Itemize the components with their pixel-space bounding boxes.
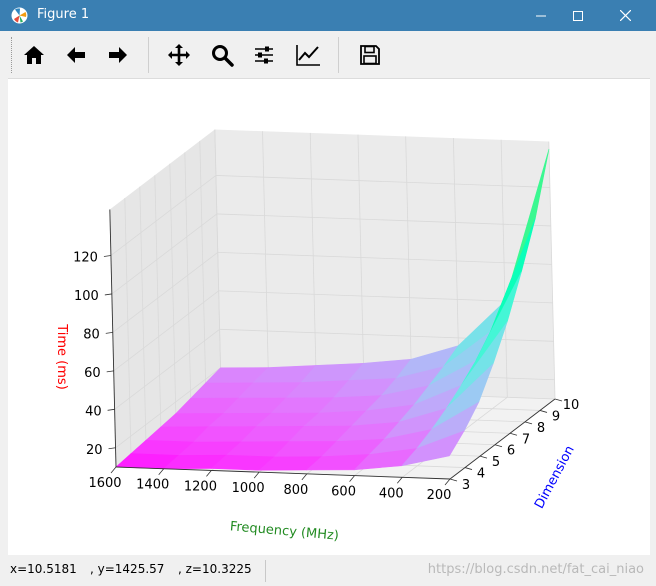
maximize-icon	[573, 10, 583, 21]
y-tick	[554, 398, 563, 402]
home-icon	[24, 46, 44, 64]
x-tick	[301, 473, 308, 481]
y-tick-label: 7	[522, 432, 530, 447]
x-tick	[396, 477, 403, 484]
z-tick-label: 40	[85, 404, 102, 419]
zoom-icon	[212, 45, 234, 67]
y-tick-label: 4	[477, 467, 485, 482]
plot-canvas[interactable]: 1600 1400 1200 1000 800 600 400 200 3 4 5 6 7 8 9 10 20 4…	[8, 79, 650, 555]
y-tick-label: 6	[507, 444, 515, 459]
toolbar-separator	[148, 37, 149, 73]
y-axis-label: Dimension	[532, 443, 578, 511]
status-z: , z=10.3225	[178, 562, 252, 576]
z-tick	[106, 370, 114, 373]
y-tick	[539, 410, 548, 413]
y-tick	[479, 455, 488, 459]
z-axis-label: Time (ms)	[54, 323, 69, 390]
back-arrow-icon	[67, 47, 85, 63]
y-tick-label: 10	[563, 398, 580, 413]
status-divider	[265, 560, 266, 582]
save-icon	[360, 45, 380, 65]
title-bar[interactable]: Figure 1	[0, 0, 656, 31]
x-tick-label: 800	[283, 483, 308, 498]
home-button[interactable]	[16, 37, 52, 73]
y-tick	[524, 421, 533, 425]
x-tick-label: 400	[379, 486, 404, 501]
x-tick-label: 1200	[184, 479, 217, 494]
x-tick	[253, 471, 260, 479]
x-tick-label: 200	[427, 488, 452, 503]
edit-axis-button[interactable]	[290, 37, 326, 73]
x-tick	[206, 470, 212, 477]
close-icon	[619, 10, 631, 21]
z-tick	[105, 331, 113, 334]
back-button[interactable]	[58, 37, 94, 73]
y-tick	[494, 444, 503, 448]
figure-window: Figure 1 1600 1400 1200 1000 800 600 400…	[0, 0, 656, 586]
forward-button[interactable]	[100, 37, 136, 73]
y-tick-label: 9	[552, 409, 560, 424]
z-tick-label: 20	[86, 443, 103, 458]
edit-axis-icon	[296, 45, 320, 66]
status-x: x=10.5181	[10, 562, 77, 576]
navigation-toolbar	[8, 31, 650, 79]
x-tick-label: 1600	[88, 476, 121, 491]
configure-subplots-icon	[255, 46, 273, 64]
toolbar-separator	[338, 37, 339, 73]
z-tick	[103, 255, 111, 257]
zoom-button[interactable]	[204, 37, 240, 73]
forward-arrow-icon	[109, 47, 127, 63]
matplotlib-logo-icon	[11, 7, 28, 24]
y-tick-label: 3	[462, 478, 470, 493]
save-button[interactable]	[352, 37, 388, 73]
z-tick	[107, 408, 115, 411]
maximize-button[interactable]	[555, 0, 601, 31]
watermark: https://blog.csdn.net/fat_cai_niao	[427, 562, 644, 577]
x-tick	[349, 475, 355, 482]
x-axis-label: Frequency (MHz)	[229, 519, 339, 543]
x-tick	[444, 478, 451, 486]
y-tick	[509, 432, 518, 436]
configure-subplots-button[interactable]	[246, 37, 282, 73]
z-tick-label: 80	[83, 327, 100, 342]
z-tick	[104, 293, 112, 296]
y-tick	[464, 467, 473, 470]
minimize-icon	[536, 15, 546, 16]
z-tick-label: 100	[74, 289, 99, 304]
close-button[interactable]	[602, 0, 648, 31]
window-title: Figure 1	[37, 7, 90, 22]
x-tick-label: 600	[331, 485, 356, 500]
x-tick	[158, 468, 165, 475]
z-tick-label: 120	[73, 250, 98, 265]
status-bar: x=10.5181 , y=1425.57 , z=10.3225 https:…	[8, 556, 650, 586]
pan-button[interactable]	[161, 37, 197, 73]
x-tick-label: 1000	[232, 481, 265, 496]
y-tick	[449, 478, 458, 482]
y-tick-label: 5	[492, 455, 500, 470]
surface-plot[interactable]: 1600 1400 1200 1000 800 600 400 200 345678910 20 4…	[8, 79, 650, 555]
z-tick	[108, 447, 116, 450]
x-tick	[110, 466, 117, 474]
status-y: , y=1425.57	[90, 562, 165, 576]
x-tick-label: 1400	[136, 478, 169, 493]
toolbar-grip[interactable]	[11, 37, 15, 73]
z-tick-label: 60	[84, 366, 101, 381]
pan-icon	[168, 44, 190, 66]
y-tick-label: 8	[537, 421, 545, 436]
